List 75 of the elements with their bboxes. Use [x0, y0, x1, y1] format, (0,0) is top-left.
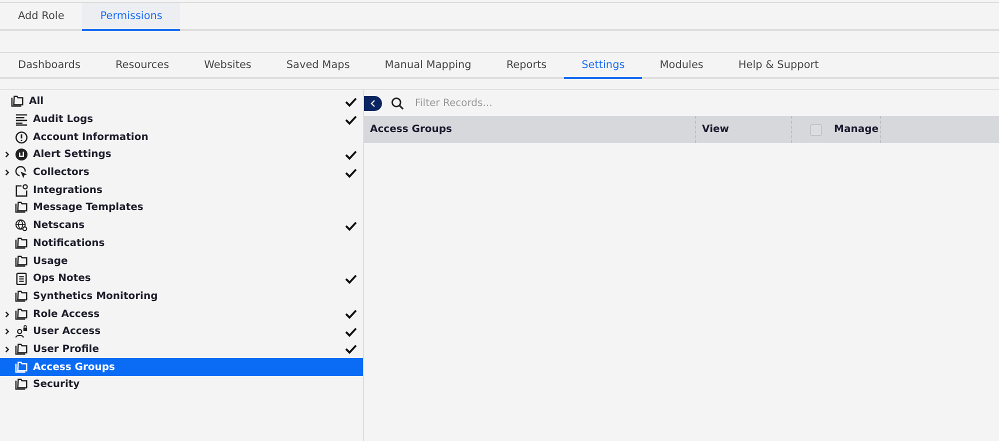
tree-item[interactable]: Role Access	[0, 305, 363, 323]
folder-icon	[15, 378, 28, 392]
tree-item-label: Security	[33, 379, 80, 390]
tree-item-label: Usage	[33, 256, 68, 267]
tree-item[interactable]: Notifications	[0, 234, 363, 252]
info-icon	[15, 130, 28, 144]
tab[interactable]: Settings	[564, 53, 642, 79]
filter-field[interactable]: Filter Records...	[413, 96, 999, 110]
tree-item-label: Integrations	[33, 184, 102, 196]
list-icon	[15, 113, 28, 126]
collapse-button[interactable]	[364, 96, 382, 110]
tree-item-label: Ops Notes	[33, 273, 91, 284]
tree-item[interactable]: User Profile	[0, 340, 363, 358]
tab[interactable]: Help & Support	[720, 53, 836, 79]
tree-item-label: Notifications	[33, 238, 105, 249]
globe-icon	[15, 219, 28, 232]
folder-icon	[15, 360, 28, 374]
chevron-icon[interactable]	[4, 346, 10, 353]
search-icon	[391, 96, 404, 110]
chevron-icon[interactable]	[4, 151, 10, 158]
folder-icon	[15, 201, 28, 214]
tree-item-label: Audit Logs	[33, 114, 94, 126]
tab[interactable]: Resources	[97, 53, 186, 79]
chevron-icon[interactable]	[4, 169, 10, 176]
folder-icon	[15, 254, 28, 268]
tab[interactable]: Saved Maps	[268, 53, 367, 79]
tree-item[interactable]: User Access	[0, 322, 363, 341]
tree-item[interactable]: Alert Settings	[0, 146, 363, 164]
tab[interactable]: Manual Mapping	[366, 53, 488, 79]
tree-item-label: Account Information	[33, 132, 148, 143]
tree-item[interactable]: Message Templates	[0, 199, 363, 217]
tree-item-label: User Profile	[33, 344, 100, 355]
chevron-left-icon	[370, 98, 376, 108]
tree-item[interactable]: Ops Notes	[0, 270, 363, 288]
tree-item-label: Synthetics Monitoring	[33, 290, 158, 302]
folder-icon	[11, 95, 24, 108]
user-lock-icon	[15, 325, 28, 338]
tree-item[interactable]: Access Groups	[0, 358, 363, 376]
tab[interactable]: Dashboards	[0, 53, 98, 79]
notepad-icon	[15, 272, 28, 286]
window-icon	[15, 184, 28, 197]
tab[interactable]: Websites	[186, 53, 268, 79]
tree-item-label: Alert Settings	[33, 149, 112, 160]
tree-item[interactable]: Netscans	[0, 216, 363, 234]
tree-item[interactable]: Usage	[0, 252, 363, 270]
column-header-label: View	[702, 124, 730, 135]
tree-item-label: All	[29, 96, 44, 108]
tree-item-label: Role Access	[33, 308, 100, 320]
pointer-icon	[15, 166, 28, 180]
checkbox[interactable]	[810, 124, 822, 136]
alert-icon	[15, 148, 28, 162]
column-header-label: Manage	[834, 124, 879, 135]
tree-item[interactable]: Account Information	[0, 128, 363, 146]
tab[interactable]: Modules	[642, 53, 720, 79]
tree-item-label: Collectors	[33, 167, 90, 178]
tree-item-label: User Access	[33, 326, 101, 338]
folder-icon	[15, 308, 28, 321]
folder-icon	[15, 236, 28, 250]
tree-item-label: Message Templates	[33, 202, 144, 214]
tab[interactable]: Reports	[488, 53, 564, 79]
chevron-icon[interactable]	[4, 328, 10, 336]
tree-item[interactable]: All	[0, 93, 363, 111]
chevron-icon[interactable]	[4, 310, 10, 318]
tree-item[interactable]: Collectors	[0, 164, 363, 182]
folder-icon	[15, 342, 28, 356]
tree-item[interactable]: Integrations	[0, 181, 363, 200]
tree-item-label: Access Groups	[33, 362, 116, 373]
tree-item[interactable]: Audit Logs	[0, 110, 363, 128]
tab[interactable]: Add Role	[0, 3, 82, 31]
tree-item[interactable]: Security	[0, 376, 363, 394]
tree-item[interactable]: Synthetics Monitoring	[0, 288, 363, 306]
tab[interactable]: Permissions	[82, 3, 180, 31]
folder-icon	[15, 290, 28, 303]
column-header-label: Access Groups	[370, 124, 452, 135]
tree-item-label: Netscans	[33, 220, 85, 232]
